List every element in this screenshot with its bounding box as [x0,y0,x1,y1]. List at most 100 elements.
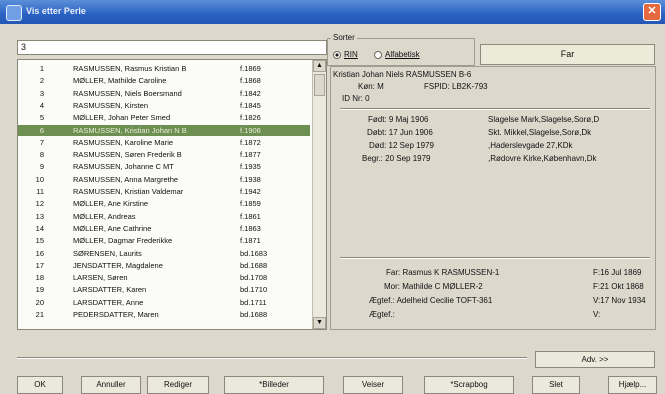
list-item-year: f.1935 [240,162,261,172]
list-item-year: f.1826 [240,113,261,123]
list-item-number: 13 [35,211,44,221]
divider [340,109,650,110]
list-item-name: RASMUSSEN, Søren Frederik B [73,150,182,160]
spouse2-date: V: [593,310,601,319]
main-window: Vis etter Perle ✕ 3 ▲ ▼ 1 RASMUSSEN, Rasm… [0,0,665,394]
list-item-number: 7 [39,137,44,147]
list-item[interactable]: 8 RASMUSSEN, Søren Frederik B f.1877 [18,149,310,160]
list-item-name: SØRENSEN, Laurits [73,248,142,258]
sort-rin-radio[interactable]: RIN [333,50,358,59]
person-fsid: FSPID: LB2K-793 [424,82,488,91]
scroll-thumb[interactable] [314,74,325,96]
list-item-year: f.1861 [240,211,261,221]
list-item-name: PEDERSDATTER, Maren [73,310,159,319]
list-item[interactable]: 2 MØLLER, Mathilde Caroline f.1868 [18,75,310,86]
list-item-name: MØLLER, Mathilde Caroline [73,76,167,86]
scrapbook-button[interactable]: *Scrapbog [424,376,514,394]
spouse-link[interactable]: Ægtef.: Adelheid Cecilie TOFT-361 [369,296,492,305]
list-item-year: bd.1688 [240,310,268,319]
list-item-year: f.1863 [240,223,261,233]
list-item-year: f.1938 [240,174,261,184]
list-item-number: 3 [39,88,44,98]
list-item[interactable]: 14 MØLLER, Ane Cathrine f.1863 [18,223,310,234]
list-item-year: f.1942 [240,187,261,196]
close-button[interactable]: ✕ [643,3,661,21]
title-bar: Vis etter Perle ✕ [0,0,665,24]
list-item-year: bd.1688 [240,260,268,270]
list-item[interactable]: 17 JENSDATTER, Magdalene bd.1688 [18,260,310,271]
pictures-button[interactable]: *Billeder [224,376,324,394]
search-input[interactable]: 3 [17,40,327,55]
list-item-year: f.1871 [240,236,261,246]
list-item[interactable]: 16 SØRENSEN, Laurits bd.1683 [18,248,310,259]
list-item[interactable]: 21 PEDERSDATTER, Maren bd.1688 [18,309,310,320]
help-button[interactable]: Hjælp... [608,376,657,394]
list-item-number: 2 [39,76,44,86]
list-item-year: f.1845 [240,100,261,110]
list-item[interactable]: 19 LARSDATTER, Karen bd.1710 [18,284,310,295]
mother-link[interactable]: Mor: Mathilde C MØLLER-2 [384,282,483,291]
radio-selected-icon [333,50,341,59]
list-item-year: bd.1710 [240,285,268,295]
birth-place: Slagelse Mark,Slagelse,Sorø,D [488,115,600,124]
list-item-name: RASMUSSEN, Kristian Johan N B [73,125,187,135]
scroll-up-arrow-icon[interactable]: ▲ [313,60,326,72]
baptism-place: Skt. Mikkel,Slagelse,Sorø,Dk [488,128,592,137]
list-item-number: 15 [35,236,44,246]
list-item-number: 18 [35,273,44,283]
ok-button[interactable]: OK [17,376,63,394]
list-item[interactable]: 11 RASMUSSEN, Kristian Valdemar f.1942 [18,186,310,197]
list-item-number: 8 [39,150,44,160]
list-item[interactable]: 18 LARSEN, Søren bd.1708 [18,272,310,283]
list-item-number: 21 [35,310,44,319]
list-item[interactable]: 13 MØLLER, Andreas f.1861 [18,211,310,222]
list-item-name: MØLLER, Dagmar Frederikke [73,236,173,246]
spouse2-link[interactable]: Ægtef.: [369,310,395,319]
list-item[interactable]: 15 MØLLER, Dagmar Frederikke f.1871 [18,235,310,246]
list-item[interactable]: 3 RASMUSSEN, Niels Boersmand f.1842 [18,88,310,99]
list-item-year: f.1869 [240,64,261,73]
list-item[interactable]: 20 LARSDATTER, Anne bd.1711 [18,297,310,308]
list-item-year: f.1906 [240,125,261,135]
list-item-year: f.1842 [240,88,261,98]
burial-date: Begr.: 20 Sep 1979 [362,154,431,163]
list-item[interactable]: 1 RASMUSSEN, Rasmus Kristian B f.1869 [18,63,310,74]
list-item-number: 10 [35,174,44,184]
list-item-number: 1 [39,64,44,73]
advanced-button[interactable]: Adv. >> [535,351,655,368]
list-item-name: MØLLER, Ane Cathrine [73,223,152,233]
death-date: Død: 12 Sep 1979 [369,141,434,150]
list-item[interactable]: 12 MØLLER, Ane Kirstine f.1859 [18,198,310,209]
mother-date: F:21 Okt 1868 [593,282,644,291]
list-item[interactable]: 4 RASMUSSEN, Kirsten f.1845 [18,100,310,111]
father-link[interactable]: Far: Rasmus K RASMUSSEN-1 [386,268,499,277]
list-item-number: 19 [35,285,44,295]
list-item[interactable]: 7 RASMUSSEN, Karoline Marie f.1872 [18,137,310,148]
person-list[interactable]: ▲ ▼ 1 RASMUSSEN, Rasmus Kristian B f.1869 2… [17,59,327,330]
list-item-name: RASMUSSEN, Niels Boersmand [73,88,182,98]
list-item-name: RASMUSSEN, Anna Margrethe [73,174,179,184]
list-item-number: 4 [39,100,44,110]
list-item-number: 12 [35,199,44,209]
list-item-name: MØLLER, Ane Kirstine [73,199,149,209]
list-item-number: 5 [39,113,44,123]
person-sex: Køn: M [358,82,384,91]
list-item-year: bd.1683 [240,248,268,258]
veiser-button[interactable]: Veiser [343,376,403,394]
list-scrollbar[interactable]: ▲ ▼ [312,60,326,329]
list-item[interactable]: 9 RASMUSSEN, Johanne C MT f.1935 [18,161,310,172]
sort-alfabetisk-radio[interactable]: Alfabetisk [374,50,420,59]
list-item-name: JENSDATTER, Magdalene [73,260,163,270]
cancel-button[interactable]: Annuller [81,376,141,394]
list-item-number: 6 [39,125,44,135]
list-item-name: RASMUSSEN, Karoline Marie [73,137,174,147]
divider [17,358,527,359]
edit-button[interactable]: Rediger [147,376,209,394]
list-item-name: LARSDATTER, Karen [73,285,147,295]
list-item[interactable]: 6 RASMUSSEN, Kristian Johan N B f.1906 [18,124,310,136]
list-item[interactable]: 10 RASMUSSEN, Anna Margrethe f.1938 [18,174,310,185]
delete-button[interactable]: Slet [532,376,580,394]
scroll-down-arrow-icon[interactable]: ▼ [313,317,326,329]
list-item[interactable]: 5 MØLLER, Johan Peter Smed f.1826 [18,112,310,123]
far-button[interactable]: Far [480,44,655,65]
